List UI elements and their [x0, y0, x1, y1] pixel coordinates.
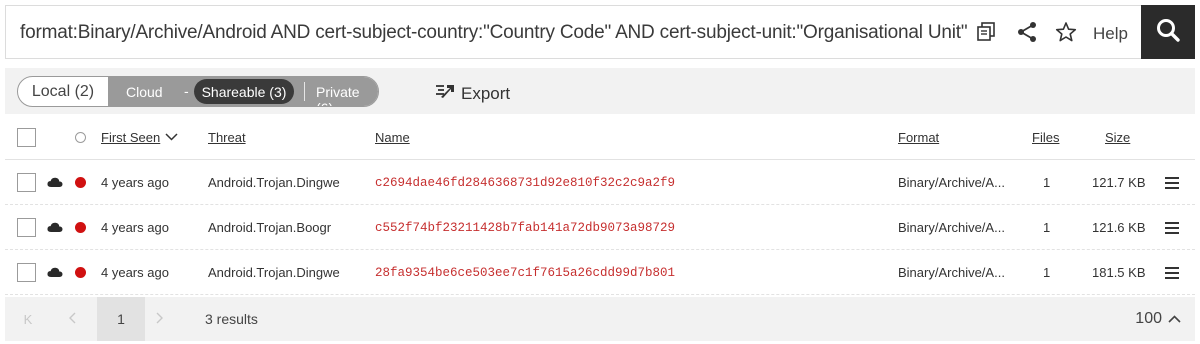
segment-divider	[304, 82, 305, 101]
file-hash-link[interactable]: 28fa9354be6ce503ee7c1f7615a26cdd99d7b801	[375, 250, 675, 295]
search-bar: format:Binary/Archive/Android AND cert-s…	[5, 5, 1195, 59]
threat-cell: Android.Trojan.Boogr	[208, 220, 332, 235]
format-cell: Binary/Archive/A...	[898, 220, 1005, 235]
table-row[interactable]: 4 years ago Android.Trojan.Dingwe c2694d…	[5, 160, 1195, 205]
first-seen-cell: 4 years ago	[101, 265, 169, 280]
chevron-right-icon	[156, 312, 164, 327]
pagination-bar: K 1 3 results 100	[5, 297, 1195, 341]
filter-shareable-button[interactable]: Shareable (3)	[194, 79, 294, 104]
page-size-value: 100	[1135, 310, 1162, 327]
first-page-button[interactable]: K	[9, 297, 47, 341]
select-all-checkbox[interactable]	[17, 114, 36, 160]
threat-status-dot	[75, 160, 86, 205]
prev-page-button[interactable]	[53, 297, 91, 341]
files-cell: 1	[1043, 220, 1051, 235]
threat-status-dot	[75, 205, 86, 250]
chevron-up-icon	[1168, 315, 1181, 323]
filter-local-button[interactable]: Local (2)	[18, 77, 108, 106]
search-icon	[1155, 17, 1181, 48]
share-icon[interactable]	[1013, 18, 1041, 46]
table-header: First Seen Threat Name Format Files Size	[5, 114, 1195, 160]
filter-cloud-group: Cloud - Shareable (3) Private (6)	[108, 77, 378, 106]
results-count: 3 results	[205, 311, 258, 327]
cloud-separator: -	[184, 83, 189, 99]
star-icon[interactable]	[1052, 18, 1080, 46]
status-column-icon	[75, 114, 86, 160]
copy-icon[interactable]	[972, 18, 1000, 46]
column-header-size[interactable]: Size	[1105, 114, 1130, 160]
toolbar: Local (2) Cloud - Shareable (3) Private …	[5, 68, 1195, 114]
row-menu-icon[interactable]	[1165, 160, 1179, 205]
next-page-button[interactable]	[141, 297, 179, 341]
table-row[interactable]: 4 years ago Android.Trojan.Boogr c552f74…	[5, 205, 1195, 250]
search-query-input[interactable]: format:Binary/Archive/Android AND cert-s…	[20, 22, 968, 44]
file-hash-link[interactable]: c2694dae46fd2846368731d92e810f32c2c9a2f9	[375, 160, 675, 205]
column-header-name[interactable]: Name	[375, 114, 410, 160]
files-cell: 1	[1043, 265, 1051, 280]
column-header-threat[interactable]: Threat	[208, 114, 246, 160]
table-row[interactable]: 4 years ago Android.Trojan.Dingwe 28fa93…	[5, 250, 1195, 295]
size-cell: 121.7 KB	[1092, 175, 1146, 190]
chevron-left-icon	[68, 312, 76, 327]
current-page-button[interactable]: 1	[97, 297, 145, 341]
export-icon	[435, 82, 455, 105]
search-button[interactable]	[1141, 5, 1195, 59]
row-checkbox[interactable]	[17, 205, 36, 250]
format-cell: Binary/Archive/A...	[898, 265, 1005, 280]
chevron-down-icon	[165, 133, 178, 141]
size-cell: 121.6 KB	[1092, 220, 1146, 235]
cloud-icon	[47, 160, 63, 205]
threat-cell: Android.Trojan.Dingwe	[208, 175, 340, 190]
file-hash-link[interactable]: c552f74bf23211428b7fab141a72db9073a98729	[375, 205, 675, 250]
filter-cloud-button[interactable]: Cloud	[126, 84, 163, 100]
row-checkbox[interactable]	[17, 250, 36, 295]
column-header-files[interactable]: Files	[1032, 114, 1059, 160]
threat-cell: Android.Trojan.Dingwe	[208, 265, 340, 280]
column-header-format[interactable]: Format	[898, 114, 939, 160]
row-menu-icon[interactable]	[1165, 250, 1179, 295]
source-filter-toggle: Local (2) Cloud - Shareable (3) Private …	[17, 76, 379, 107]
cloud-icon	[47, 250, 63, 295]
column-header-first-seen[interactable]: First Seen	[101, 114, 178, 160]
threat-status-dot	[75, 250, 86, 295]
first-seen-cell: 4 years ago	[101, 175, 169, 190]
help-link[interactable]: Help	[1093, 24, 1128, 44]
first-seen-label: First Seen	[101, 129, 161, 145]
files-cell: 1	[1043, 175, 1051, 190]
export-label: Export	[461, 83, 511, 103]
size-cell: 181.5 KB	[1092, 265, 1146, 280]
row-checkbox[interactable]	[17, 160, 36, 205]
row-menu-icon[interactable]	[1165, 205, 1179, 250]
format-cell: Binary/Archive/A...	[898, 175, 1005, 190]
filter-private-button[interactable]: Private (6)	[316, 84, 378, 106]
first-seen-cell: 4 years ago	[101, 220, 169, 235]
export-button[interactable]: Export	[435, 82, 510, 105]
cloud-icon	[47, 205, 63, 250]
page-size-selector[interactable]: 100	[1135, 310, 1181, 328]
